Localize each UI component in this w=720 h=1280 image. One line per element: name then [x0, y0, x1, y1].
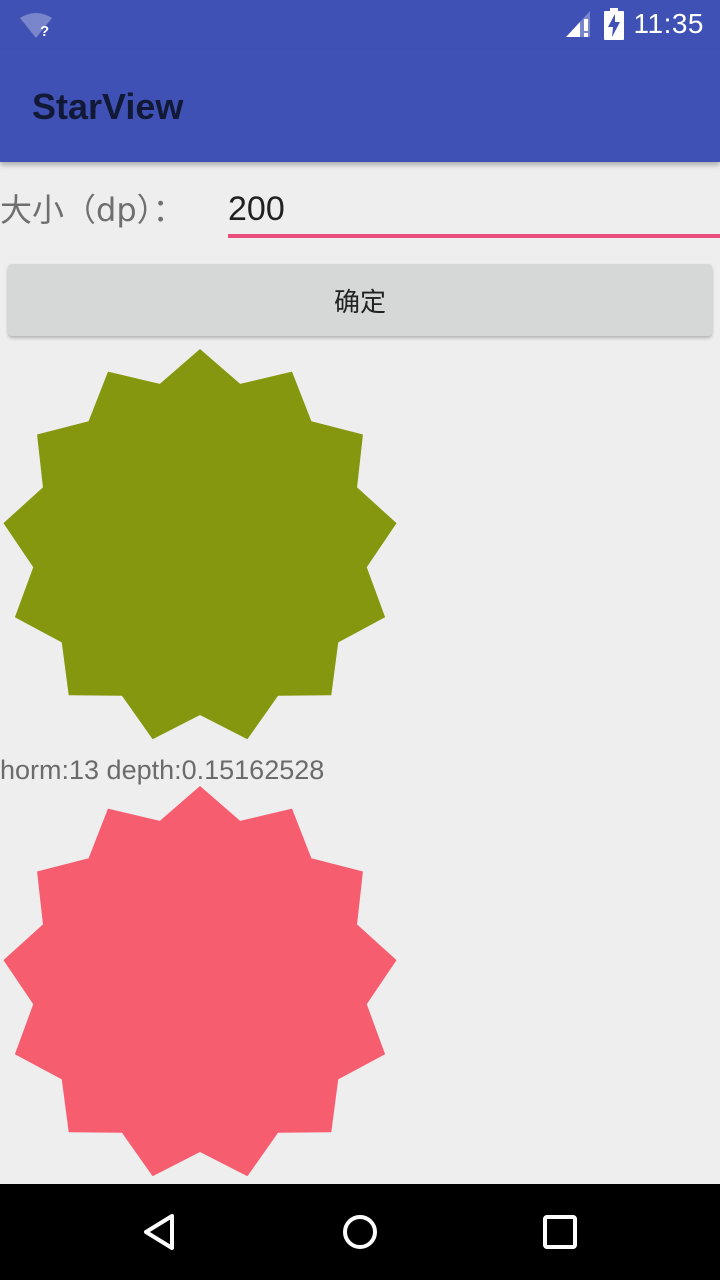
- home-button[interactable]: [312, 1184, 408, 1280]
- star-view-1: [3, 349, 397, 740]
- navigation-bar: [0, 1184, 720, 1280]
- star-shape: [3, 349, 397, 740]
- wifi-icon: ?: [20, 13, 52, 40]
- size-input-underline: [228, 234, 720, 238]
- wifi-status: ?: [18, 12, 58, 44]
- star-shape: [3, 786, 397, 1177]
- wifi-unknown-badge: ?: [40, 23, 49, 40]
- status-icons: 11:35: [564, 8, 705, 40]
- confirm-button[interactable]: 确定: [8, 264, 712, 336]
- clock: 11:35: [633, 8, 704, 39]
- size-input[interactable]: 200: [228, 186, 720, 234]
- recents-icon: [543, 1215, 577, 1249]
- battery-charging-icon: [603, 8, 624, 40]
- app-title: StarView: [32, 86, 184, 127]
- status-bar: ? 11:35: [0, 0, 720, 50]
- home-icon: [343, 1215, 377, 1249]
- star-info-label: horm:13 depth:0.15162528: [0, 755, 325, 785]
- app-bar: StarView: [0, 50, 720, 162]
- recents-button[interactable]: [512, 1184, 608, 1280]
- back-button[interactable]: [112, 1184, 208, 1280]
- back-icon: [144, 1214, 174, 1250]
- star-view-2: [3, 786, 397, 1177]
- signal-icon: [565, 11, 590, 37]
- size-label: 大小（dp）：: [0, 191, 185, 229]
